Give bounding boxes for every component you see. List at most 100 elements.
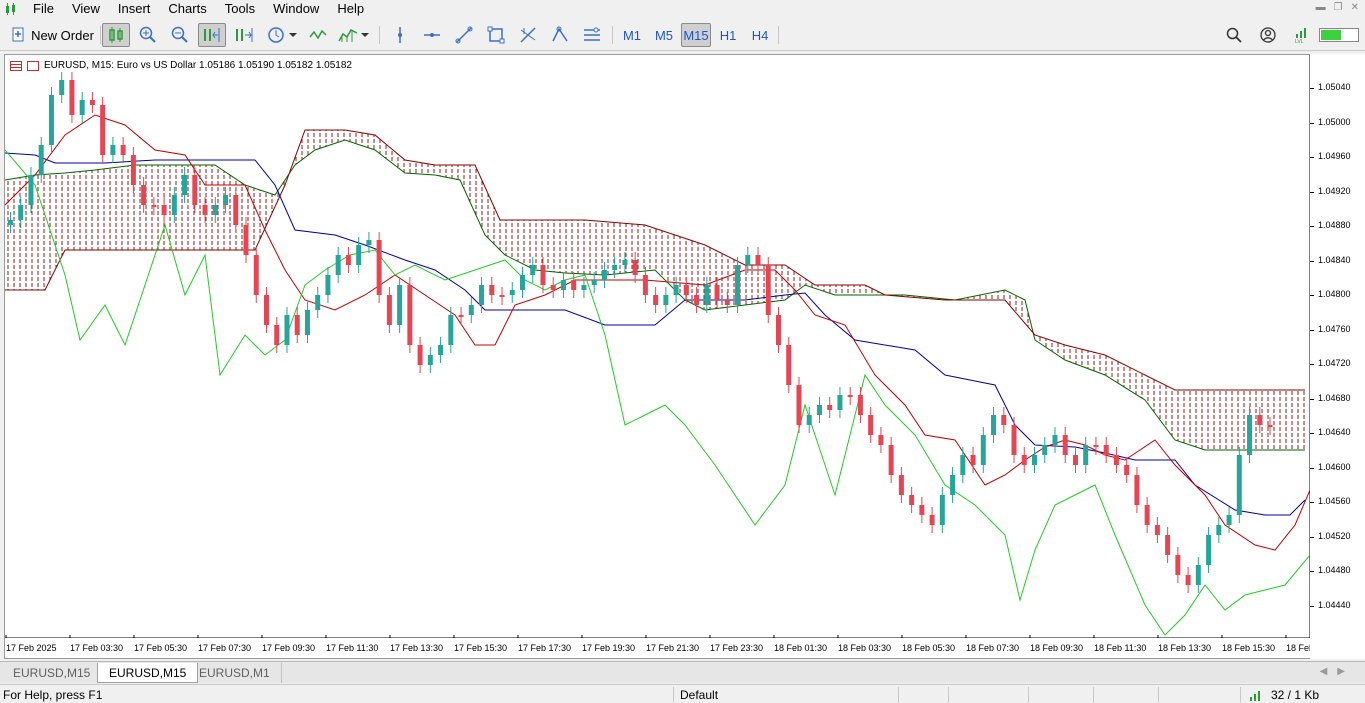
auto-scroll-button[interactable] — [230, 23, 258, 47]
timeframe-m5[interactable]: M5 — [649, 23, 679, 47]
chart-shift-button[interactable] — [198, 23, 226, 47]
status-bar: For Help, press F1 Default 32 / 1 Kb — [0, 684, 1365, 703]
candle-body — [315, 295, 321, 310]
candle-body — [130, 155, 136, 185]
time-label: 18 Feb 03:30 — [838, 643, 892, 653]
candle-body — [1042, 445, 1048, 455]
tab-scroll-arrows[interactable]: ◀▶ — [1320, 666, 1355, 677]
lines-menu-button[interactable] — [578, 23, 606, 47]
clock-icon — [267, 27, 284, 43]
candle-body — [847, 395, 853, 397]
price-tick — [1310, 536, 1314, 538]
chart-info: EURUSD, M15: Euro vs US Dollar 1.05186 1… — [10, 60, 352, 71]
candle-body — [171, 195, 177, 215]
svg-text:LVL: LVL — [1295, 39, 1304, 44]
timeframe-h1[interactable]: H1 — [713, 23, 743, 47]
menu-view[interactable]: View — [63, 0, 109, 18]
candle-body — [1021, 455, 1027, 465]
zoom-out-button[interactable] — [166, 23, 194, 47]
rectangle-icon — [487, 26, 505, 44]
status-separator — [1240, 687, 1241, 702]
zoom-in-icon — [139, 26, 156, 43]
timeframe-m1[interactable]: M1 — [617, 23, 647, 47]
connection-level-icon — [1319, 28, 1359, 42]
menu-insert[interactable]: Insert — [109, 0, 160, 18]
candle-body — [704, 285, 710, 305]
menu-charts[interactable]: Charts — [159, 0, 215, 18]
search-button[interactable] — [1220, 23, 1248, 47]
time-label: 18 Feb 15:30 — [1222, 643, 1276, 653]
fibonacci-icon — [520, 27, 536, 43]
timeframe-h4[interactable]: H4 — [745, 23, 775, 47]
minimize-icon[interactable]: ▬ — [1316, 2, 1326, 13]
menu-window[interactable]: Window — [264, 0, 328, 18]
candle-body — [110, 145, 116, 155]
candle-body — [550, 285, 556, 290]
vertical-line-button[interactable] — [386, 23, 414, 47]
candle-body — [1001, 415, 1007, 425]
candle-body — [601, 270, 607, 280]
new-order-button[interactable]: New Order — [8, 23, 98, 47]
candle-body — [591, 280, 597, 285]
shapes-button[interactable] — [546, 23, 574, 47]
candle-body — [223, 195, 229, 205]
chart-tab[interactable]: EURUSD,M15 — [2, 663, 103, 683]
candle-body — [653, 295, 659, 305]
signal-level-button[interactable]: LVL — [1288, 23, 1316, 47]
account-button[interactable] — [1254, 23, 1282, 47]
price-label: 1.04680 — [1318, 392, 1351, 403]
candle-body — [48, 95, 54, 145]
price-tick — [1310, 88, 1314, 89]
chart-area[interactable]: EURUSD, M15: Euro vs US Dollar 1.05186 1… — [4, 54, 1339, 659]
trend-line-icon — [455, 26, 473, 44]
candle-body — [735, 265, 741, 305]
candle-body — [1032, 455, 1037, 465]
menu-tools[interactable]: Tools — [216, 0, 264, 18]
menu-help[interactable]: Help — [328, 0, 373, 18]
zoom-in-button[interactable] — [134, 23, 162, 47]
candle-body — [100, 105, 106, 155]
status-separator — [1093, 687, 1094, 702]
status-separator — [673, 687, 674, 702]
price-axis[interactable]: 1.05040 1.05000 1.04960 1.04920 1.04880 1.048… — [1310, 54, 1365, 659]
chart-tab-active[interactable]: EURUSD,M15 — [97, 663, 199, 683]
one-click-trading-icon[interactable] — [10, 60, 22, 71]
chart-tab[interactable]: EURUSD,M1 — [188, 663, 282, 683]
fibonacci-button[interactable] — [514, 23, 542, 47]
candlestick-chart-button[interactable] — [102, 23, 130, 47]
trend-line-button[interactable] — [450, 23, 478, 47]
candle-body — [79, 100, 85, 115]
candle-body — [1165, 535, 1171, 555]
timeframe-m15[interactable]: M15 — [681, 23, 711, 47]
rectangle-button[interactable] — [482, 23, 510, 47]
time-label: 17 Feb 09:30 — [262, 643, 316, 653]
candle-body — [448, 315, 454, 345]
horizontal-line-button[interactable] — [418, 23, 446, 47]
close-icon[interactable]: ✕ — [1351, 2, 1359, 13]
menu-file[interactable]: File — [24, 0, 63, 18]
candle-body — [806, 415, 812, 425]
candle-body — [366, 240, 372, 245]
templates-dropdown[interactable] — [336, 23, 372, 47]
time-label: 17 Feb 07:30 — [198, 643, 252, 653]
candle-body — [345, 255, 351, 265]
candle-body — [683, 285, 689, 295]
price-label: 1.04960 — [1318, 151, 1351, 161]
horizontal-line-icon — [424, 33, 440, 37]
candle-body — [694, 295, 700, 305]
signal-level-icon: LVL — [1295, 28, 1306, 44]
candlestick-icon — [109, 27, 123, 43]
restore-icon[interactable]: ❐ — [1334, 2, 1343, 13]
indicators-button[interactable] — [304, 23, 332, 47]
periods-dropdown[interactable] — [262, 23, 302, 47]
trade-panel-icon[interactable] — [27, 60, 39, 71]
candle-body — [335, 255, 341, 275]
candle-body — [294, 315, 300, 335]
indicator-icon — [309, 29, 327, 40]
candle-body — [151, 205, 157, 207]
chart-plot[interactable] — [5, 55, 1310, 638]
price-label: 1.04920 — [1318, 185, 1351, 196]
candle-body — [1011, 425, 1017, 455]
candle-body — [120, 145, 126, 155]
price-label: 1.04600 — [1318, 461, 1351, 472]
